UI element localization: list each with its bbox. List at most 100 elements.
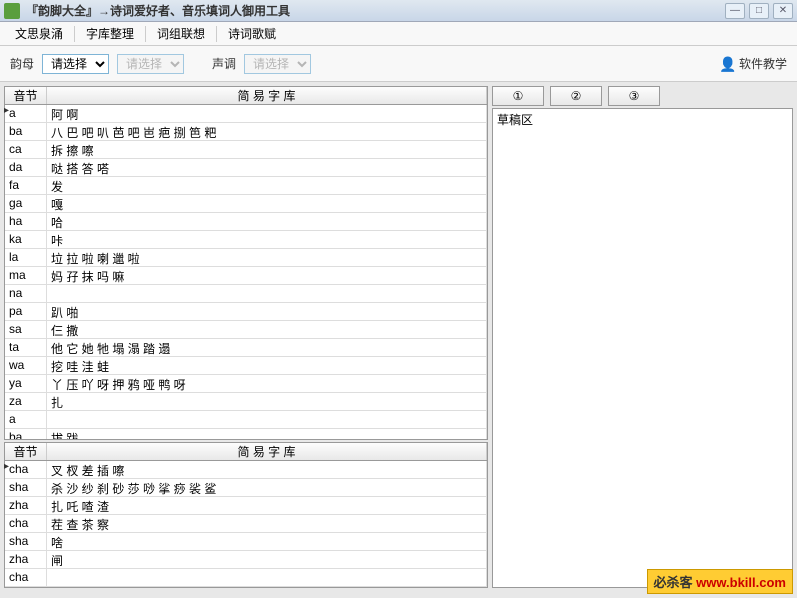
- table-row[interactable]: zha闸: [5, 551, 487, 569]
- table-row[interactable]: fa发: [5, 177, 487, 195]
- table-row[interactable]: cha: [5, 569, 487, 587]
- table-row[interactable]: sha杀 沙 纱 刹 砂 莎 唦 挲 痧 裟 鲨: [5, 479, 487, 497]
- cell-chars: 哒 搭 答 嗒: [47, 159, 487, 176]
- help-label: 软件教学: [739, 55, 787, 72]
- table-2: 音节 简 易 字 库 cha叉 杈 差 插 嚓sha杀 沙 纱 刹 砂 莎 唦 …: [4, 442, 488, 588]
- col-syllable[interactable]: 音节: [5, 443, 47, 460]
- draft-tabs: ① ② ③: [492, 86, 793, 106]
- cell-syllable: sha: [5, 533, 47, 550]
- close-button[interactable]: ✕: [773, 3, 793, 19]
- cell-chars: [47, 285, 487, 302]
- cell-syllable: cha: [5, 569, 47, 586]
- table-row[interactable]: da哒 搭 答 嗒: [5, 159, 487, 177]
- cell-syllable: ba: [5, 123, 47, 140]
- content-area: 音节 简 易 字 库 a阿 啊ba八 巴 吧 叭 芭 吧 岜 疤 捌 笆 粑ca…: [0, 82, 797, 592]
- rhyme-sub-select[interactable]: 请选择: [117, 54, 184, 74]
- menubar: 文思泉涌 字库整理 词组联想 诗词歌赋: [0, 22, 797, 46]
- table-row[interactable]: za扎: [5, 393, 487, 411]
- tab-3[interactable]: ③: [608, 86, 660, 106]
- table-1-body[interactable]: a阿 啊ba八 巴 吧 叭 芭 吧 岜 疤 捌 笆 粑ca拆 擦 嚓da哒 搭 …: [5, 105, 487, 439]
- divider: [216, 26, 217, 42]
- minimize-button[interactable]: —: [725, 3, 745, 19]
- cell-chars: 仨 撒: [47, 321, 487, 338]
- table-1-header: 音节 简 易 字 库: [5, 87, 487, 105]
- menu-item-ziku[interactable]: 字库整理: [77, 21, 143, 46]
- table-row[interactable]: ka咔: [5, 231, 487, 249]
- draft-area[interactable]: 草稿区: [492, 108, 793, 588]
- table-row[interactable]: na: [5, 285, 487, 303]
- table-row[interactable]: zha扎 吒 喳 渣: [5, 497, 487, 515]
- menu-item-wensi[interactable]: 文思泉涌: [6, 21, 72, 46]
- watermark: 必杀客 www.bkill.com: [647, 569, 793, 594]
- help-link[interactable]: 软件教学: [719, 55, 787, 72]
- table-row[interactable]: sa仨 撒: [5, 321, 487, 339]
- cell-chars: [47, 569, 487, 586]
- table-row[interactable]: cha叉 杈 差 插 嚓: [5, 461, 487, 479]
- titlebar: 『韵脚大全』→诗词爱好者、音乐填词人御用工具 — □ ✕: [0, 0, 797, 22]
- table-2-header: 音节 简 易 字 库: [5, 443, 487, 461]
- table-row[interactable]: sha啥: [5, 533, 487, 551]
- cell-chars: 拔 跋: [47, 429, 487, 439]
- col-chars[interactable]: 简 易 字 库: [47, 87, 487, 104]
- cell-chars: 扎 吒 喳 渣: [47, 497, 487, 514]
- cell-syllable: na: [5, 285, 47, 302]
- rhyme-label: 韵母: [10, 55, 34, 72]
- cell-chars: 丫 压 吖 呀 押 鸦 哑 鸭 呀: [47, 375, 487, 392]
- cell-chars: 他 它 她 牠 塌 溻 踏 遢: [47, 339, 487, 356]
- cell-syllable: la: [5, 249, 47, 266]
- cell-chars: 扎: [47, 393, 487, 410]
- divider: [145, 26, 146, 42]
- left-pane: 音节 简 易 字 库 a阿 啊ba八 巴 吧 叭 芭 吧 岜 疤 捌 笆 粑ca…: [4, 86, 488, 588]
- col-chars[interactable]: 简 易 字 库: [47, 443, 487, 460]
- cell-chars: 咔: [47, 231, 487, 248]
- tone-label: 声调: [212, 55, 236, 72]
- cell-syllable: ga: [5, 195, 47, 212]
- table-row[interactable]: ya丫 压 吖 呀 押 鸦 哑 鸭 呀: [5, 375, 487, 393]
- cell-chars: 八 巴 吧 叭 芭 吧 岜 疤 捌 笆 粑: [47, 123, 487, 140]
- cell-syllable: ca: [5, 141, 47, 158]
- table-row[interactable]: ca拆 擦 嚓: [5, 141, 487, 159]
- cell-chars: 阿 啊: [47, 105, 487, 122]
- divider: [74, 26, 75, 42]
- cell-chars: 拆 擦 嚓: [47, 141, 487, 158]
- cell-syllable: ha: [5, 213, 47, 230]
- cell-syllable: ka: [5, 231, 47, 248]
- cell-chars: 垃 拉 啦 喇 邋 啦: [47, 249, 487, 266]
- toolbar: 韵母 请选择 请选择 声调 请选择 软件教学: [0, 46, 797, 82]
- tab-2[interactable]: ②: [550, 86, 602, 106]
- cell-syllable: cha: [5, 515, 47, 532]
- cell-syllable: cha: [5, 461, 47, 478]
- table-row[interactable]: wa挖 哇 洼 蛙: [5, 357, 487, 375]
- menu-item-shici[interactable]: 诗词歌赋: [219, 21, 285, 46]
- table-row[interactable]: ta他 它 她 牠 塌 溻 踏 遢: [5, 339, 487, 357]
- table-row[interactable]: pa趴 啪: [5, 303, 487, 321]
- table-2-body[interactable]: cha叉 杈 差 插 嚓sha杀 沙 纱 刹 砂 莎 唦 挲 痧 裟 鲨zha扎…: [5, 461, 487, 587]
- cell-syllable: sha: [5, 479, 47, 496]
- cell-chars: 趴 啪: [47, 303, 487, 320]
- cell-syllable: a: [5, 105, 47, 122]
- tab-1[interactable]: ①: [492, 86, 544, 106]
- window-title: 『韵脚大全』→诗词爱好者、音乐填词人御用工具: [26, 2, 725, 19]
- maximize-button[interactable]: □: [749, 3, 769, 19]
- table-row[interactable]: ga嘎: [5, 195, 487, 213]
- table-row[interactable]: la垃 拉 啦 喇 邋 啦: [5, 249, 487, 267]
- table-row[interactable]: ba八 巴 吧 叭 芭 吧 岜 疤 捌 笆 粑: [5, 123, 487, 141]
- rhyme-select[interactable]: 请选择: [42, 54, 109, 74]
- table-row[interactable]: cha茬 查 茶 察: [5, 515, 487, 533]
- window-controls: — □ ✕: [725, 3, 793, 19]
- cell-syllable: ma: [5, 267, 47, 284]
- menu-item-cizu[interactable]: 词组联想: [148, 21, 214, 46]
- cell-syllable: zha: [5, 497, 47, 514]
- cell-chars: 叉 杈 差 插 嚓: [47, 461, 487, 478]
- cell-chars: [47, 411, 487, 428]
- cell-chars: 发: [47, 177, 487, 194]
- cell-syllable: da: [5, 159, 47, 176]
- table-row[interactable]: ba拔 跋: [5, 429, 487, 439]
- table-row[interactable]: ma妈 孖 抹 吗 嘛: [5, 267, 487, 285]
- watermark-text: 必杀客: [654, 575, 693, 590]
- table-row[interactable]: a: [5, 411, 487, 429]
- table-row[interactable]: ha哈: [5, 213, 487, 231]
- table-row[interactable]: a阿 啊: [5, 105, 487, 123]
- col-syllable[interactable]: 音节: [5, 87, 47, 104]
- tone-select[interactable]: 请选择: [244, 54, 311, 74]
